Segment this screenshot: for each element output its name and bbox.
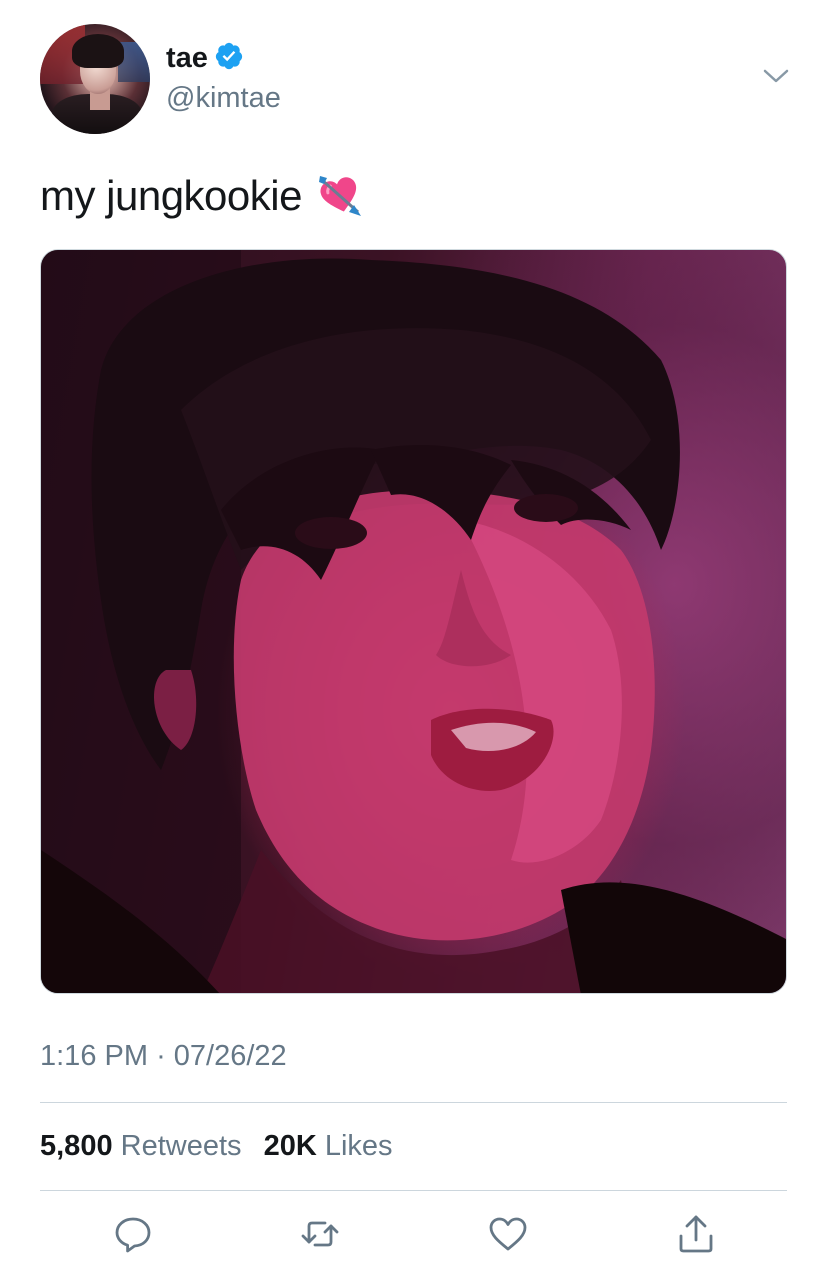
reply-button[interactable] bbox=[111, 1212, 155, 1256]
tweet-timestamp: 1:16 PM · 07/26/22 bbox=[40, 1036, 287, 1076]
avatar-hair bbox=[72, 34, 124, 68]
display-name[interactable]: tae bbox=[166, 40, 208, 76]
divider bbox=[40, 1102, 787, 1103]
tweet-photo[interactable] bbox=[40, 249, 787, 994]
divider bbox=[40, 1190, 787, 1191]
photo-illustration bbox=[41, 250, 786, 993]
likes-label: Likes bbox=[324, 1130, 393, 1162]
verified-badge-icon bbox=[215, 42, 243, 70]
user-handle[interactable]: @kimtae bbox=[166, 80, 281, 116]
likes-stat[interactable]: 20K Likes bbox=[264, 1126, 393, 1166]
retweets-label: Retweets bbox=[120, 1130, 242, 1162]
tweet-text-content: my jungkookie bbox=[40, 172, 302, 219]
author-info: tae @kimtae bbox=[166, 40, 281, 116]
retweet-button[interactable] bbox=[298, 1212, 342, 1256]
tweet-card: tae @kimtae my jungkookie 1:16 PM · 07/2… bbox=[0, 0, 828, 1279]
share-upload-icon bbox=[679, 1215, 713, 1253]
retweets-count: 5,800 bbox=[40, 1130, 113, 1162]
retweets-stat[interactable]: 5,800 Retweets bbox=[40, 1126, 242, 1166]
tweet-time[interactable]: 1:16 PM bbox=[40, 1040, 148, 1072]
profile-avatar[interactable] bbox=[40, 24, 150, 134]
share-button[interactable] bbox=[674, 1212, 718, 1256]
heart-icon bbox=[489, 1217, 527, 1251]
retweet-arrows-icon bbox=[301, 1221, 339, 1247]
timestamp-separator: · bbox=[156, 1040, 166, 1072]
tweet-text: my jungkookie bbox=[40, 168, 362, 224]
speech-bubble-icon bbox=[115, 1217, 151, 1253]
tweet-date[interactable]: 07/26/22 bbox=[174, 1040, 287, 1072]
tweet-stats: 5,800 Retweets 20K Likes bbox=[40, 1126, 393, 1166]
chevron-down-icon[interactable] bbox=[762, 66, 790, 86]
likes-count: 20K bbox=[263, 1130, 317, 1162]
heart-with-arrow-icon bbox=[318, 176, 361, 216]
like-button[interactable] bbox=[486, 1212, 530, 1256]
